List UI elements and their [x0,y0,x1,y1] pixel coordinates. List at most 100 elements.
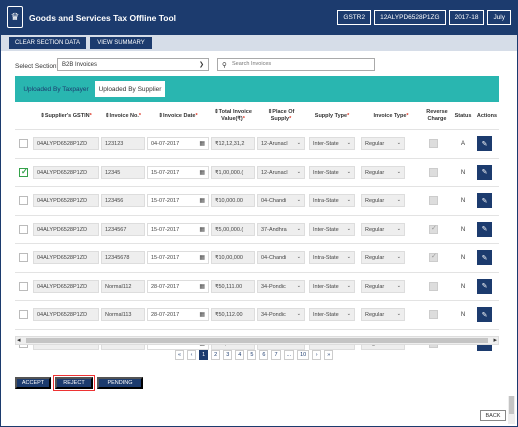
edit-icon[interactable]: ✎ [477,278,492,294]
invoice-date-field[interactable]: 15-07-2017 ▦ [147,251,209,264]
reverse-charge-checkbox[interactable] [429,224,438,234]
calendar-icon[interactable]: ▦ [199,311,205,318]
tab-uploaded-by-taxpayer[interactable]: Uploaded By Taxpayer [21,81,91,97]
back-button[interactable]: BACK [480,410,506,421]
edit-icon[interactable]: ✎ [477,136,492,151]
row-checkbox[interactable] [19,224,28,234]
row-checkbox[interactable] [19,281,28,291]
vertical-scrollbar[interactable] [508,396,515,424]
reverse-charge-checkbox[interactable] [429,167,438,177]
supply-type-select[interactable]: Intra-State ⌄ [309,194,355,207]
invoice-no-field[interactable]: 12345678 [101,251,145,264]
supply-type-select[interactable]: Inter-State ⌄ [309,165,355,179]
invoice-date-field[interactable]: 28-07-2017 ▦ [147,279,209,293]
invoice-no-field[interactable]: 123123 [101,137,145,150]
total-value-field[interactable]: ₹1,00,000.( [211,165,255,179]
page-button[interactable]: 4 [235,350,245,360]
invoice-type-select[interactable]: Regular ⌄ [361,137,405,150]
pending-button[interactable]: PENDING [97,377,143,389]
page-button[interactable]: 3 [223,350,233,360]
reverse-charge-checkbox[interactable] [429,196,438,205]
row-checkbox[interactable] [19,253,28,262]
total-value-field[interactable]: ₹10,00,000 [211,251,255,264]
supplier-gstin-field[interactable]: 04ALYPD6528P1ZD [33,194,99,207]
calendar-icon[interactable]: ▦ [199,140,205,147]
invoice-no-field[interactable]: Normal112 [101,279,145,293]
supplier-gstin-field[interactable]: 04ALYPD6528P1ZD [33,308,99,321]
col-supplier-gstin[interactable]: ⇕Supplier's GSTIN* [33,113,99,120]
calendar-icon[interactable]: ▦ [199,226,205,233]
col-invoice-no[interactable]: ⇕Invoice No.* [101,113,145,120]
page-button[interactable]: 6 [259,350,269,360]
supply-type-select[interactable]: Intra-State ⌄ [309,251,355,264]
supplier-gstin-field[interactable]: 04ALYPD6528P1ZD [33,137,99,150]
supply-type-select[interactable]: Inter-State ⌄ [309,308,355,321]
edit-icon[interactable]: ✎ [477,250,492,265]
invoice-date-field[interactable]: 15-07-2017 ▦ [147,165,209,179]
scroll-thumb[interactable] [26,338,488,343]
row-checkbox[interactable] [19,196,28,205]
vscroll-thumb[interactable] [509,396,514,414]
invoice-type-select[interactable]: Regular ⌄ [361,251,405,264]
page-button[interactable]: 10 [297,350,310,360]
reject-button[interactable]: REJECT [53,375,95,391]
page-next-button[interactable]: › [312,350,322,360]
invoice-date-field[interactable]: 15-07-2017 ▦ [147,194,209,207]
invoice-no-field[interactable]: 12345 [101,165,145,179]
supplier-gstin-field[interactable]: 04ALYPD6528P1ZD [33,222,99,236]
reverse-charge-checkbox[interactable] [429,252,438,262]
page-last-button[interactable]: » [324,350,334,360]
invoice-type-select[interactable]: Regular ⌄ [361,308,405,321]
place-of-supply-select[interactable]: 04-Chandi ⌄ [257,251,305,264]
row-checkbox[interactable] [19,310,28,319]
invoice-type-select[interactable]: Regular ⌄ [361,222,405,236]
total-value-field[interactable]: ₹50,112.00 [211,308,255,321]
total-value-field[interactable]: ₹5,00,000.( [211,222,255,236]
edit-icon[interactable]: ✎ [477,307,492,322]
invoice-type-select[interactable]: Regular ⌄ [361,165,405,179]
invoice-date-field[interactable]: 15-07-2017 ▦ [147,222,209,236]
edit-icon[interactable]: ✎ [477,221,492,237]
place-of-supply-select[interactable]: 12-Arunacl ⌄ [257,137,305,150]
tab-uploaded-by-supplier[interactable]: Uploaded By Supplier [95,81,165,97]
horizontal-scrollbar[interactable]: ◂ ▸ [15,336,499,345]
calendar-icon[interactable]: ▦ [199,169,205,176]
page-first-button[interactable]: « [175,350,185,360]
place-of-supply-select[interactable]: 37-Andhra ⌄ [257,222,305,236]
page-button[interactable]: 2 [211,350,221,360]
invoice-type-select[interactable]: Regular ⌄ [361,279,405,293]
edit-icon[interactable]: ✎ [477,164,492,180]
invoice-date-field[interactable]: 28-07-2017 ▦ [147,308,209,321]
col-place-of-supply[interactable]: ⇕Place Of Supply* [257,109,305,123]
supplier-gstin-field[interactable]: 04ALYPD6528P1ZD [33,165,99,179]
clear-section-data-button[interactable]: CLEAR SECTION DATA [9,37,86,49]
total-value-field[interactable]: ₹50,111.00 [211,279,255,293]
row-checkbox[interactable] [19,139,28,148]
place-of-supply-select[interactable]: 12-Arunacl ⌄ [257,165,305,179]
total-value-field[interactable]: ₹12,12,31,2 [211,137,255,150]
invoice-no-field[interactable]: 1234567 [101,222,145,236]
invoice-date-field[interactable]: 04-07-2017 ▦ [147,137,209,150]
accept-button[interactable]: ACCEPT [15,377,51,389]
supply-type-select[interactable]: Inter-State ⌄ [309,137,355,150]
col-invoice-date[interactable]: ⇕Invoice Date* [147,113,209,120]
calendar-icon[interactable]: ▦ [199,197,205,204]
invoice-no-field[interactable]: Normal113 [101,308,145,321]
place-of-supply-select[interactable]: 34-Pondic ⌄ [257,308,305,321]
row-checkbox[interactable] [19,167,28,177]
view-summary-button[interactable]: VIEW SUMMARY [90,37,152,49]
place-of-supply-select[interactable]: 04-Chandi ⌄ [257,194,305,207]
place-of-supply-select[interactable]: 34-Pondic ⌄ [257,279,305,293]
edit-icon[interactable]: ✎ [477,193,492,208]
page-button[interactable]: 7 [271,350,281,360]
scroll-right-icon[interactable]: ▸ [493,336,497,344]
section-select[interactable]: B2B Invoices ❯ [57,58,209,71]
supply-type-select[interactable]: Inter-State ⌄ [309,279,355,293]
page-prev-button[interactable]: ‹ [187,350,197,360]
invoice-type-select[interactable]: Regular ⌄ [361,194,405,207]
supply-type-select[interactable]: Inter-State ⌄ [309,222,355,236]
supplier-gstin-field[interactable]: 04ALYPD6528P1ZD [33,251,99,264]
total-value-field[interactable]: ₹10,000.00 [211,194,255,207]
scroll-left-icon[interactable]: ◂ [17,336,21,344]
reverse-charge-checkbox[interactable] [429,139,438,148]
